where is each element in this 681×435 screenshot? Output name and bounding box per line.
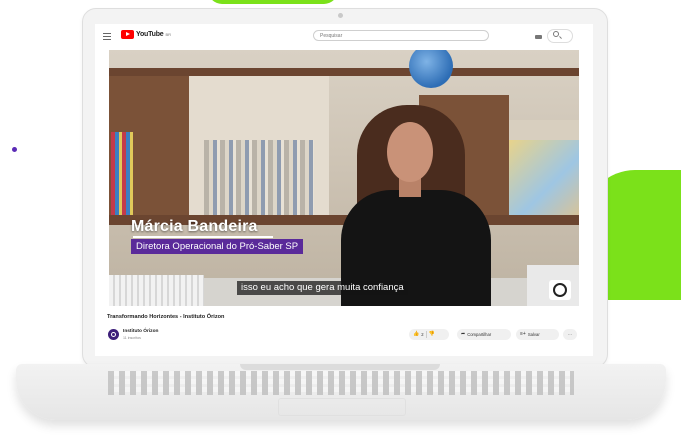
save-icon: ≡+ <box>520 331 526 337</box>
youtube-logo-region: BR <box>165 32 172 37</box>
more-actions-button[interactable]: ··· <box>563 329 577 340</box>
laptop-keyboard <box>108 371 574 395</box>
video-player[interactable]: Márcia Bandeira Diretora Operacional do … <box>109 50 579 306</box>
search-icon[interactable] <box>553 31 559 37</box>
like-dislike-button-group[interactable]: 👍 2 👎 <box>409 329 449 340</box>
thumbs-up-icon[interactable]: 👍 <box>413 332 419 337</box>
video-title: Transformando Horizontes - Instituto Óri… <box>107 314 225 320</box>
laptop-camera <box>338 13 343 18</box>
books-center <box>204 140 314 215</box>
lower-third-underline <box>133 236 273 238</box>
youtube-logo[interactable]: YouTube BR <box>121 30 171 39</box>
shelf-board-top <box>109 68 579 76</box>
channel-watermark-icon[interactable] <box>549 280 571 300</box>
laptop-screen: YouTube BR Pesquisar Márcia Bandeira Dir… <box>95 24 593 356</box>
save-label: Salvar <box>527 332 540 337</box>
youtube-logo-text: YouTube <box>136 31 164 38</box>
video-caption: isso eu acho que gera muita confiança <box>237 281 408 295</box>
like-count: 2 <box>421 332 424 337</box>
wall-map <box>509 140 579 215</box>
more-actions-label: ··· <box>567 332 573 337</box>
keyboard-icon[interactable] <box>535 35 542 39</box>
books-left <box>111 132 133 215</box>
share-arrow-icon: ➦ <box>461 331 466 337</box>
save-button[interactable]: ≡+ Salvar <box>516 329 559 340</box>
lower-third-role: Diretora Operacional do Pró-Saber SP <box>131 239 304 254</box>
laptop-hinge-lip <box>240 364 440 370</box>
youtube-play-icon <box>121 30 134 39</box>
like-divider <box>425 331 427 338</box>
green-accent-shape-top <box>208 0 338 4</box>
search-input[interactable]: Pesquisar <box>313 30 489 41</box>
channel-subscribers: 11 inscritos <box>123 336 141 340</box>
channel-name[interactable]: Instituto Órizon <box>123 329 158 334</box>
hamburger-icon[interactable] <box>103 33 111 34</box>
basket-left <box>109 275 204 306</box>
channel-avatar[interactable] <box>108 329 119 340</box>
lower-third-name: Márcia Bandeira <box>131 218 258 235</box>
thumbs-down-icon[interactable]: 👎 <box>429 332 435 337</box>
purple-accent-dot <box>12 147 17 152</box>
share-label: Compartilhar <box>467 332 492 337</box>
speaker-face <box>387 122 433 182</box>
laptop-touchpad <box>278 398 406 416</box>
share-button[interactable]: ➦ Compartilhar <box>457 329 511 340</box>
